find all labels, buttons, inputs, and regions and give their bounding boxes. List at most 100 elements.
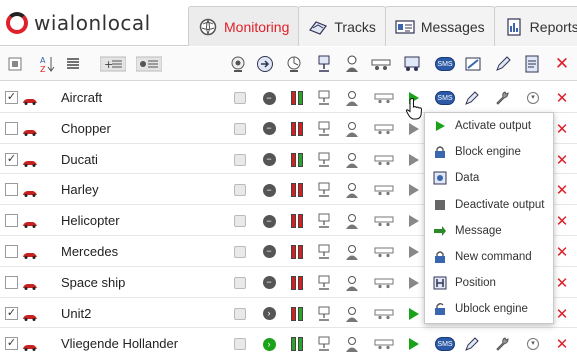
driver-icon[interactable] [344, 275, 360, 291]
visibility-toggle[interactable] [232, 213, 248, 229]
execute-command-icon[interactable] [406, 275, 422, 291]
sensor-icon[interactable] [316, 90, 332, 106]
trailer-icon[interactable] [374, 244, 396, 260]
edit-icon[interactable] [494, 55, 512, 73]
driver-icon[interactable] [344, 306, 360, 322]
tab-tracks[interactable]: Tracks [298, 6, 386, 46]
tab-messages[interactable]: Messages [384, 6, 495, 46]
list-icon[interactable] [64, 55, 82, 73]
unit-name[interactable]: Vliegende Hollander [61, 336, 178, 351]
select-all-icon[interactable] [6, 55, 24, 73]
delete-icon[interactable]: ✕ [554, 336, 570, 353]
unit-name[interactable]: Aircraft [61, 90, 102, 105]
driver-icon[interactable] [344, 152, 360, 168]
delete-icon[interactable]: ✕ [553, 54, 571, 73]
command-icon[interactable] [464, 55, 482, 73]
execute-command-icon[interactable] [406, 213, 422, 229]
driver-icon[interactable] [344, 90, 360, 106]
unit-checkbox[interactable] [5, 275, 18, 289]
sms-icon[interactable]: SMS [434, 90, 456, 106]
menu-item[interactable]: Block engine [425, 139, 553, 165]
driver-icon[interactable] [344, 121, 360, 137]
menu-item[interactable]: Message [425, 218, 553, 244]
chevron-down-icon[interactable]: ▾ [525, 90, 541, 106]
visibility-toggle[interactable] [232, 90, 248, 106]
chevron-down-icon[interactable]: ▾ [525, 336, 541, 352]
trailer-icon[interactable] [374, 90, 396, 106]
visibility-toggle[interactable] [232, 306, 248, 322]
unit-row[interactable]: ✓ Vliegende Hollander › SMS ▾ ✕ [0, 328, 577, 354]
driver-icon[interactable] [344, 244, 360, 260]
execute-command-icon[interactable] [406, 182, 422, 198]
trailer-icon[interactable] [374, 182, 396, 198]
unit-name[interactable]: Helicopter [61, 213, 120, 228]
trailer-icon[interactable] [374, 152, 396, 168]
delete-icon[interactable]: ✕ [554, 121, 570, 138]
visibility-toggle[interactable] [232, 275, 248, 291]
wrench-icon[interactable] [494, 336, 510, 352]
report-icon[interactable] [523, 55, 541, 73]
tab-reports[interactable]: Reports [493, 6, 577, 46]
menu-item[interactable]: Deactivate output [425, 192, 553, 218]
add-group-icon[interactable]: + [100, 55, 126, 73]
delete-icon[interactable]: ✕ [554, 275, 570, 292]
sms-icon[interactable]: SMS [434, 336, 456, 352]
visibility-toggle[interactable] [232, 182, 248, 198]
unit-checkbox[interactable]: ✓ [5, 306, 18, 320]
trailer-icon[interactable] [374, 275, 396, 291]
edit-icon[interactable] [464, 336, 480, 352]
group-toggle-icon[interactable] [136, 55, 162, 73]
trailer-icon[interactable] [374, 121, 396, 137]
sensor-icon[interactable] [316, 306, 332, 322]
unit-name[interactable]: Unit2 [61, 306, 91, 321]
visibility-toggle[interactable] [232, 336, 248, 352]
execute-command-icon[interactable] [406, 152, 422, 168]
unit-checkbox[interactable]: ✓ [5, 337, 18, 351]
unit-checkbox[interactable]: ✓ [5, 91, 18, 104]
menu-item[interactable]: Position [425, 270, 553, 296]
driver-icon[interactable] [344, 336, 360, 353]
tab-monitoring[interactable]: Monitoring [188, 6, 300, 46]
sensor-icon[interactable] [316, 121, 332, 137]
sms-icon[interactable]: SMS [434, 55, 456, 73]
sensor-icon[interactable] [316, 213, 332, 229]
unit-name[interactable]: Ducati [61, 152, 98, 167]
driver-icon[interactable] [344, 182, 360, 199]
driver-icon[interactable] [344, 213, 360, 230]
trailer-icon[interactable] [374, 306, 396, 322]
sensor-icon[interactable] [316, 182, 332, 198]
unit-checkbox[interactable] [5, 183, 18, 197]
menu-item[interactable]: Data [425, 165, 553, 191]
sensor-icon[interactable] [316, 244, 332, 260]
execute-command-icon[interactable] [406, 336, 422, 352]
sensor-icon[interactable] [316, 336, 332, 352]
delete-icon[interactable]: ✕ [554, 182, 570, 199]
visibility-toggle[interactable] [232, 152, 248, 168]
vehicle-icon[interactable] [403, 55, 421, 73]
execute-command-icon[interactable] [406, 244, 422, 260]
connection-icon[interactable] [285, 55, 303, 73]
visibility-toggle[interactable] [232, 121, 248, 137]
app-logo[interactable]: wialonlocal [6, 8, 186, 38]
trailer-icon[interactable] [374, 336, 396, 352]
unit-checkbox[interactable] [5, 214, 18, 228]
driver-icon[interactable] [343, 55, 361, 73]
edit-icon[interactable] [464, 90, 480, 106]
unit-name[interactable]: Harley [61, 182, 99, 197]
execute-command-icon[interactable] [406, 306, 422, 322]
unit-name[interactable]: Space ship [61, 275, 125, 290]
trailer-icon[interactable] [371, 55, 393, 73]
visibility-toggle[interactable] [232, 244, 248, 260]
menu-item[interactable]: Ublock engine [425, 296, 553, 322]
unit-checkbox[interactable]: ✓ [5, 152, 18, 166]
delete-icon[interactable]: ✕ [554, 244, 570, 261]
visibility-icon[interactable] [229, 55, 247, 73]
unit-name[interactable]: Mercedes [61, 244, 118, 259]
sensor-icon[interactable] [316, 275, 332, 291]
trailer-icon[interactable] [374, 213, 396, 229]
sensor-icon[interactable] [316, 152, 332, 168]
unit-checkbox[interactable] [5, 244, 18, 258]
sensor-icon[interactable] [315, 55, 333, 73]
unit-checkbox[interactable] [5, 121, 18, 135]
unit-row[interactable]: ✓ Aircraft − SMS ▾ ✕ [0, 82, 577, 113]
